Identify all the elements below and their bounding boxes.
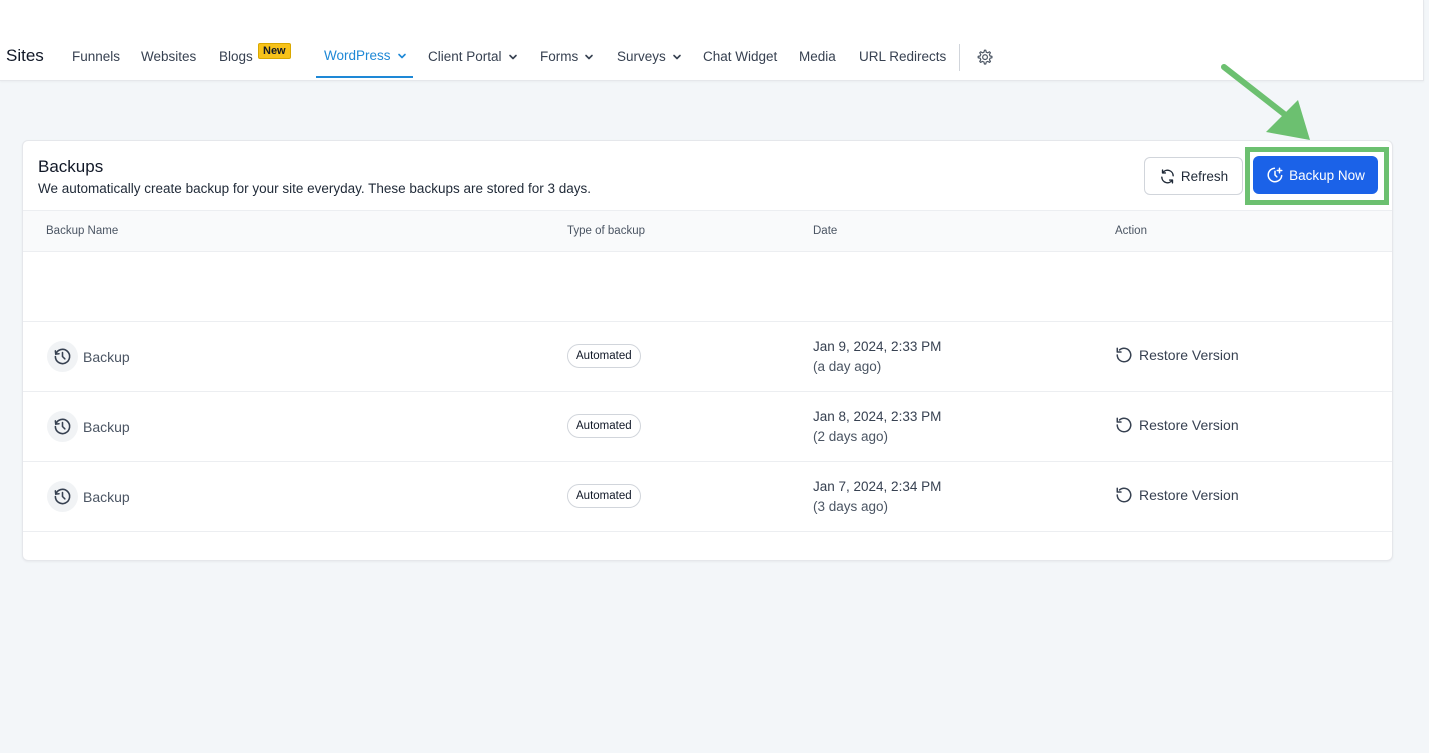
refresh-icon [1160,168,1174,184]
backup-type-badge: Automated [567,414,641,438]
refresh-button[interactable]: Refresh [1144,157,1243,195]
restore-icon [1116,487,1132,503]
nav-item-blogs[interactable]: Blogs [219,49,253,64]
backups-card: Backups We automatically create backup f… [22,140,1393,561]
nav-item-label: URL Redirects [859,49,947,64]
backups-subtitle: We automatically create backup for your … [38,181,592,196]
gear-icon[interactable] [975,48,994,67]
backup-relative-date: (3 days ago) [813,499,889,514]
nav-item-websites[interactable]: Websites [141,49,196,64]
active-tab-indicator [316,76,413,78]
nav-item-label: Chat Widget [703,49,778,64]
column-header-backup-name: Backup Name [46,225,119,237]
nav-item-forms[interactable]: Forms [540,49,594,64]
nav-item-funnels[interactable]: Funnels [72,49,120,64]
chevron-down-icon [672,54,681,59]
refresh-label: Refresh [1180,168,1229,184]
restore-icon [1116,417,1132,433]
page-title: Sites [6,46,44,65]
nav-divider [959,44,960,71]
backup-date: Jan 9, 2024, 2:33 PM [813,339,942,354]
backup-now-label: Backup Now [1289,167,1365,183]
new-badge: New [258,43,291,59]
backup-type-badge: Automated [567,344,641,368]
clock-plus-icon [1267,167,1283,183]
table-row-empty [23,252,1392,322]
clock-icon [47,411,78,442]
restore-label: Restore Version [1139,347,1239,363]
nav-item-label: Blogs [219,49,253,64]
nav-item-media[interactable]: Media [799,49,836,64]
restore-icon [1116,347,1132,363]
restore-version-button[interactable]: Restore Version [1115,346,1239,364]
nav-item-wordpress[interactable]: WordPress [324,48,407,63]
nav-item-label: Client Portal [428,49,502,64]
table-row: Backup Automated Jan 9, 2024, 2:33 PM (a… [23,322,1392,392]
backup-date: Jan 7, 2024, 2:34 PM [813,479,942,494]
chevron-down-icon [508,54,517,59]
nav-item-label: Forms [540,49,579,64]
nav-item-label: Websites [141,49,197,64]
restore-label: Restore Version [1139,417,1239,433]
nav-item-label: Media [799,49,836,64]
nav-item-label: WordPress [324,48,391,63]
backup-relative-date: (a day ago) [813,359,882,374]
arrow-annotation-icon [1221,64,1310,140]
restore-version-button[interactable]: Restore Version [1115,416,1239,434]
nav-item-client-portal[interactable]: Client Portal [428,49,518,64]
backup-name: Backup [83,489,130,505]
backup-now-button[interactable]: Backup Now [1253,156,1378,194]
table-row: Backup Automated Jan 8, 2024, 2:33 PM (2… [23,392,1392,462]
column-header-action: Action [1115,225,1147,237]
nav-item-chat-widget[interactable]: Chat Widget [703,49,777,64]
backup-relative-date: (2 days ago) [813,429,889,444]
clock-icon [47,341,78,372]
backup-type-badge: Automated [567,484,641,508]
restore-label: Restore Version [1139,487,1239,503]
backup-name: Backup [83,349,130,365]
top-nav-bar: Sites Funnels Websites Blogs New WordPre… [0,0,1424,81]
nav-item-label: Surveys [617,49,666,64]
backup-date: Jan 8, 2024, 2:33 PM [813,409,942,424]
column-header-type: Type of backup [567,225,645,237]
backups-title: Backups [38,157,104,176]
chevron-down-icon [585,54,594,59]
nav-item-surveys[interactable]: Surveys [617,49,682,64]
clock-icon [47,481,78,512]
chevron-down-icon [397,53,406,58]
column-header-date: Date [813,225,838,237]
restore-version-button[interactable]: Restore Version [1115,486,1239,504]
nav-item-label: Funnels [72,49,121,64]
table-header: Backup Name Type of backup Date Action [23,210,1392,252]
table-row: Backup Automated Jan 7, 2024, 2:34 PM (3… [23,462,1392,532]
backup-name: Backup [83,419,130,435]
nav-item-url-redirects[interactable]: URL Redirects [859,49,946,64]
